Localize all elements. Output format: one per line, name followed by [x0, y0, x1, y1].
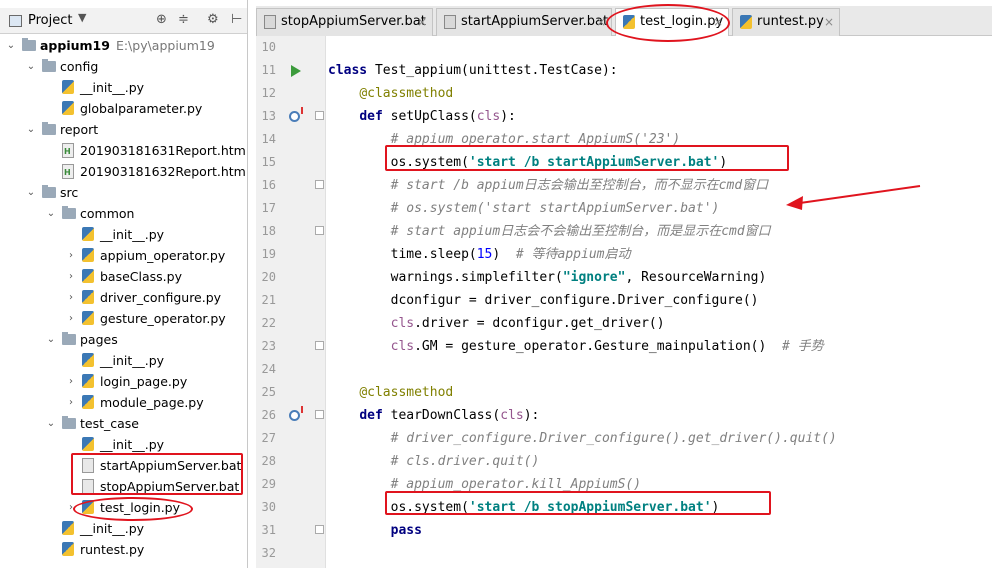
annotation-arrow	[786, 185, 921, 210]
